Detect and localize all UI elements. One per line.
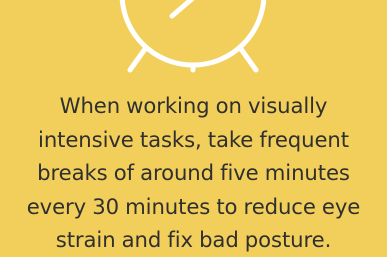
tip-line-3: breaks of around five minutes xyxy=(37,160,350,185)
tip-line-2: intensive tasks, take frequent xyxy=(38,126,349,152)
alarm-clock-icon xyxy=(119,0,267,73)
tip-line-1: When working on visually xyxy=(59,93,328,118)
alarm-clock-icon-container xyxy=(0,0,387,80)
tip-text: When working on visually intensive tasks… xyxy=(6,89,381,257)
tip-line-5: strain and fix bad posture. xyxy=(55,227,332,252)
tip-line-4: every 30 minutes to reduce eye xyxy=(26,193,361,219)
